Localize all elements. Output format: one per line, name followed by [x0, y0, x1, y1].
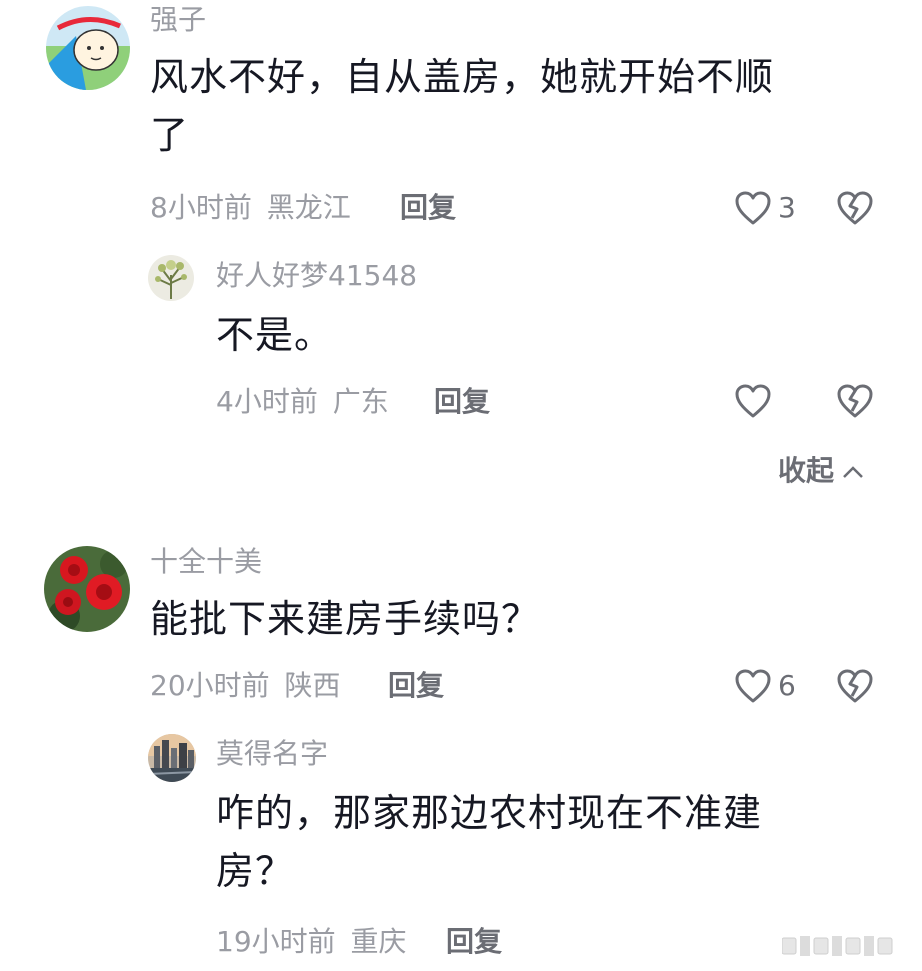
broken-heart-icon[interactable]	[836, 668, 874, 704]
comment-text-line: 了	[150, 113, 190, 157]
reply-text-line: 咋的，那家那边农村现在不准建	[216, 791, 763, 835]
like-count: 3	[778, 191, 796, 224]
reply-button[interactable]: 回复	[388, 672, 444, 700]
broken-heart-icon[interactable]	[836, 190, 874, 226]
reply-meta: 4小时前 广东	[216, 388, 389, 416]
reply-text: 不是。	[216, 313, 334, 357]
reply-button[interactable]: 回复	[434, 388, 490, 416]
flower-vase-avatar-icon[interactable]	[148, 255, 194, 301]
comment-text: 风水不好，自从盖房，她就开始不顺 了	[150, 48, 890, 164]
reply-location: 广东	[332, 385, 389, 418]
comment-text-line: 风水不好，自从盖房，她就开始不顺	[150, 55, 775, 99]
reply-text: 咋的，那家那边农村现在不准建 房？	[216, 784, 896, 900]
comment-time: 20小时前	[150, 669, 270, 702]
heart-icon[interactable]	[734, 383, 772, 419]
cartoon-avatar-icon[interactable]	[46, 6, 130, 90]
comment-username[interactable]: 强子	[150, 6, 206, 34]
like-count: 6	[778, 669, 796, 702]
reply-username[interactable]: 好人好梦41548	[216, 262, 417, 290]
comment-time: 8小时前	[150, 191, 252, 224]
reply-meta: 19小时前 重庆	[216, 928, 407, 956]
city-skyline-avatar-icon[interactable]	[148, 734, 196, 782]
red-roses-avatar-icon[interactable]	[44, 546, 130, 632]
reply-location: 重庆	[350, 925, 407, 958]
comment-text-line: 能批下来建房手续吗？	[150, 597, 541, 641]
reply-username[interactable]: 莫得名字	[216, 740, 328, 768]
collapse-label: 收起	[778, 454, 835, 487]
heart-icon[interactable]	[734, 668, 772, 704]
comment-username[interactable]: 十全十美	[150, 548, 262, 576]
reply-time: 19小时前	[216, 925, 336, 958]
watermark-logo	[781, 935, 904, 957]
comment-text: 能批下来建房手续吗？	[150, 590, 890, 648]
reply-button[interactable]: 回复	[446, 928, 502, 956]
collapse-replies-button[interactable]: 收起	[778, 457, 864, 485]
comment-location: 黑龙江	[266, 191, 351, 224]
heart-icon[interactable]	[734, 190, 772, 226]
reply-button[interactable]: 回复	[400, 194, 456, 222]
chevron-up-icon	[842, 457, 864, 485]
reply-time: 4小时前	[216, 385, 318, 418]
reply-text-line: 房？	[216, 849, 295, 893]
comment-meta: 8小时前 黑龙江	[150, 194, 351, 222]
comment-location: 陕西	[284, 669, 341, 702]
broken-heart-icon[interactable]	[836, 383, 874, 419]
comment-meta: 20小时前 陕西	[150, 672, 341, 700]
